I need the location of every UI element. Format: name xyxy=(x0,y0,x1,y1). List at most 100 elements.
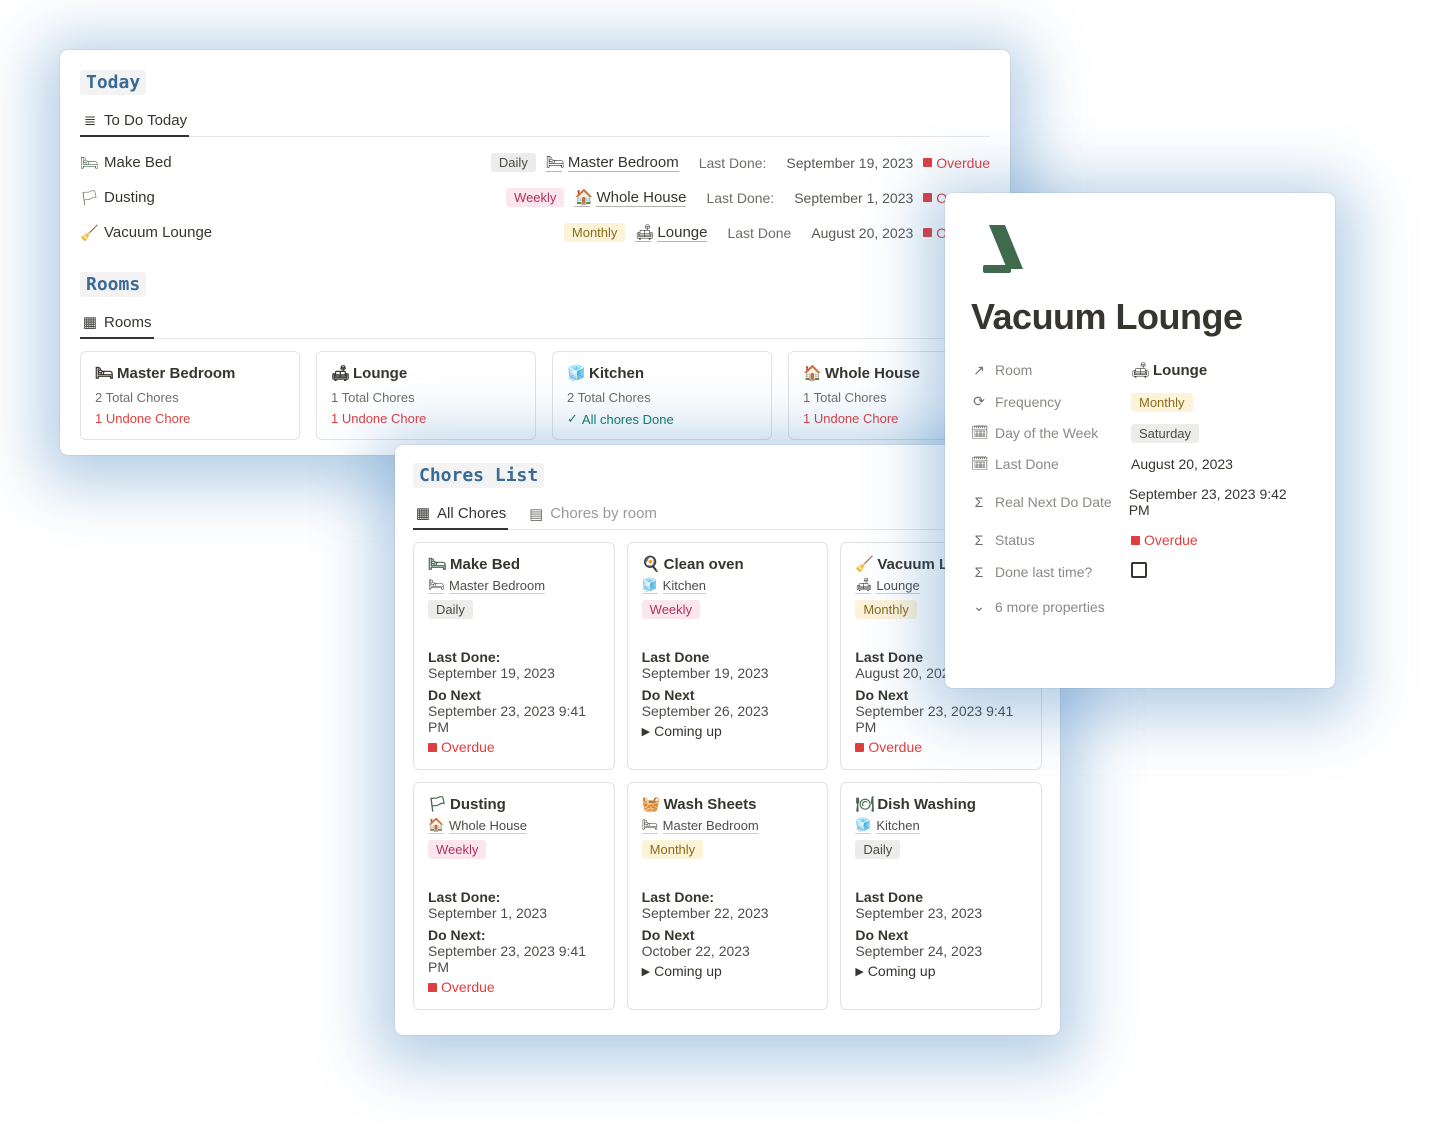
last-done-value: September 19, 2023 xyxy=(786,155,913,171)
dish-icon: 🍽 xyxy=(855,795,871,813)
tab-all-chores[interactable]: ▦ All Chores xyxy=(413,498,508,530)
prop-status[interactable]: ΣStatus Overdue xyxy=(971,525,1309,555)
checkbox[interactable] xyxy=(1131,562,1147,578)
sigma-icon: Σ xyxy=(971,564,987,580)
bed-icon: 🛏 xyxy=(428,577,444,594)
bed-icon: 🛏 xyxy=(642,817,658,834)
today-task-row[interactable]: 🧹 Vacuum Lounge Monthly 🛋 Lounge Last Do… xyxy=(80,215,990,250)
square-icon xyxy=(923,193,932,202)
room-link[interactable]: 🛋 Lounge xyxy=(635,223,707,242)
oven-icon: 🍳 xyxy=(642,555,658,573)
status-badge: Overdue xyxy=(855,739,1027,755)
last-done-label: Last Done: xyxy=(699,155,767,171)
fridge-icon: 🧊 xyxy=(642,577,658,594)
status-badge: ▶Coming up xyxy=(642,723,814,739)
house-icon: 🏠 xyxy=(574,188,590,207)
frequency-pill: Weekly xyxy=(642,600,700,619)
chore-card[interactable]: 🛏Make Bed 🛏Master Bedroom Daily Last Don… xyxy=(413,542,615,770)
task-title: Dusting xyxy=(104,189,155,206)
chore-room: Whole House xyxy=(449,818,527,834)
frequency-pill: Weekly xyxy=(428,840,486,859)
chore-room: Master Bedroom xyxy=(449,578,545,594)
today-tabs: ≣ To Do Today xyxy=(80,105,990,137)
prop-room[interactable]: ↗Room 🛋 Lounge xyxy=(971,354,1309,386)
today-task-row[interactable]: 🏳 Dusting Weekly 🏠 Whole House Last Done… xyxy=(80,180,990,215)
prop-day-of-week[interactable]: 🗓Day of the Week Saturday xyxy=(971,417,1309,448)
frequency-pill: Monthly xyxy=(642,840,704,859)
couch-icon: 🛋 xyxy=(1131,361,1147,379)
prop-done-last-time[interactable]: ΣDone last time? xyxy=(971,555,1309,588)
chore-card[interactable]: 🍽Dish Washing 🧊Kitchen Daily Last Done S… xyxy=(840,782,1042,1010)
prop-real-next[interactable]: ΣReal Next Do Date September 23, 2023 9:… xyxy=(971,479,1309,525)
chore-card[interactable]: 🏳Dusting 🏠Whole House Weekly Last Done: … xyxy=(413,782,615,1010)
room-name: Whole House xyxy=(825,365,920,382)
sigma-icon: Σ xyxy=(971,532,987,548)
room-name: Kitchen xyxy=(589,365,644,382)
couch-icon: 🛋 xyxy=(635,223,651,242)
last-done-label: Last Done xyxy=(855,889,1027,905)
square-icon xyxy=(1131,536,1140,545)
last-done-value: September 22, 2023 xyxy=(642,905,814,921)
chores-heading: Chores List xyxy=(413,463,544,488)
room-card[interactable]: 🛋Lounge 1 Total Chores 1 Undone Chore xyxy=(316,351,536,440)
cycle-icon: ⟳ xyxy=(971,393,987,410)
tab-label: To Do Today xyxy=(104,112,187,129)
room-name: Master Bedroom xyxy=(117,365,235,382)
room-undone: 1 Undone Chore xyxy=(331,411,521,426)
last-done-label: Last Done: xyxy=(642,889,814,905)
tab-rooms[interactable]: ▦ Rooms xyxy=(80,307,154,339)
page-title[interactable]: Vacuum Lounge xyxy=(971,296,1309,338)
last-done-value: August 20, 2023 xyxy=(811,225,913,241)
chore-title: Make Bed xyxy=(450,556,520,573)
grid-icon: ▦ xyxy=(415,504,431,522)
more-properties-toggle[interactable]: ⌄ 6 more properties xyxy=(971,588,1309,615)
today-task-list: 🛏 Make Bed Daily 🛏 Master Bedroom Last D… xyxy=(80,145,990,250)
grid-icon: ▦ xyxy=(82,313,98,331)
couch-icon: 🛋 xyxy=(855,577,871,594)
today-heading: Today xyxy=(80,70,146,95)
house-icon: 🏠 xyxy=(428,817,444,834)
couch-icon: 🛋 xyxy=(331,364,347,382)
rooms-heading: Rooms xyxy=(80,272,146,297)
do-next-label: Do Next xyxy=(642,927,814,943)
room-link[interactable]: 🛏 Master Bedroom xyxy=(546,153,679,172)
room-card[interactable]: 🛏Master Bedroom 2 Total Chores 1 Undone … xyxy=(80,351,300,440)
room-total: 2 Total Chores xyxy=(95,390,285,405)
calendar-icon: 🗓 xyxy=(971,455,987,472)
room-card[interactable]: 🧊Kitchen 2 Total Chores ✓All chores Done xyxy=(552,351,772,440)
do-next-value: September 23, 2023 9:41 PM xyxy=(855,703,1027,735)
room-total: 1 Total Chores xyxy=(331,390,521,405)
task-title: Make Bed xyxy=(104,154,172,171)
last-done-label: Last Done: xyxy=(706,190,774,206)
frequency-pill: Monthly xyxy=(1131,393,1193,412)
do-next-value: September 24, 2023 xyxy=(855,943,1027,959)
task-title: Vacuum Lounge xyxy=(104,224,212,241)
today-task-row[interactable]: 🛏 Make Bed Daily 🛏 Master Bedroom Last D… xyxy=(80,145,990,180)
last-done-value: September 1, 2023 xyxy=(794,190,913,206)
tab-todo-today[interactable]: ≣ To Do Today xyxy=(80,105,189,137)
chore-card[interactable]: 🍳Clean oven 🧊Kitchen Weekly Last Done Se… xyxy=(627,542,829,770)
status-badge: ▶Coming up xyxy=(855,963,1027,979)
status-badge: Overdue xyxy=(428,979,600,995)
last-done-label: Last Done: xyxy=(428,889,600,905)
prop-frequency[interactable]: ⟳Frequency Monthly xyxy=(971,386,1309,417)
last-done-label: Last Done: xyxy=(428,649,600,665)
bed-icon: 🛏 xyxy=(428,555,444,573)
page-icon[interactable] xyxy=(971,215,1309,288)
chore-card[interactable]: 🧺Wash Sheets 🛏Master Bedroom Monthly Las… xyxy=(627,782,829,1010)
room-link[interactable]: 🏠 Whole House xyxy=(574,188,686,207)
tab-label: Chores by room xyxy=(550,505,657,522)
chore-room: Kitchen xyxy=(876,818,919,834)
prop-last-done[interactable]: 🗓Last Done August 20, 2023 xyxy=(971,448,1309,479)
chore-title: Dusting xyxy=(450,796,506,813)
chore-details-panel: Vacuum Lounge ↗Room 🛋 Lounge ⟳Frequency … xyxy=(945,193,1335,688)
chevron-down-icon: ⌄ xyxy=(971,598,987,615)
room-undone: 1 Undone Chore xyxy=(95,411,285,426)
tab-chores-by-room[interactable]: ▤ Chores by room xyxy=(526,498,659,529)
vacuum-icon: 🧹 xyxy=(855,555,871,573)
bed-icon: 🛏 xyxy=(80,154,96,172)
day-pill: Saturday xyxy=(1131,424,1199,443)
room-total: 2 Total Chores xyxy=(567,390,757,405)
chore-title: Clean oven xyxy=(664,556,744,573)
square-icon xyxy=(923,158,932,167)
